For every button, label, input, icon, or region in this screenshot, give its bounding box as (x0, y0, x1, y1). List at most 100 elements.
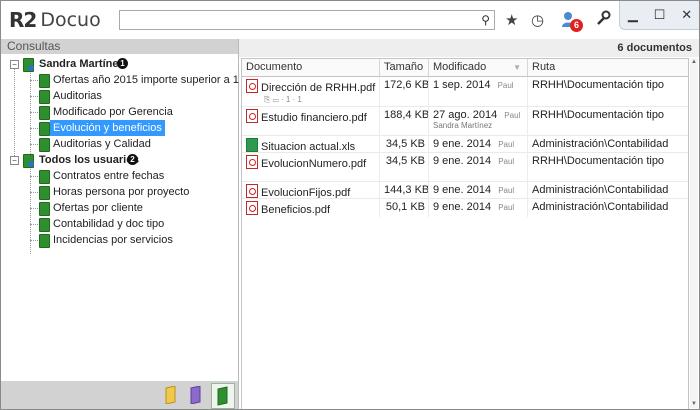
doc-user: Paul (504, 111, 521, 120)
doc-modified: 27 ago. 2014 Paul Sandra Martínez (429, 109, 528, 130)
tree-group-all-users[interactable]: − Todos los usuarios 2 (1, 152, 238, 168)
doc-size: 172,6 KB (384, 79, 430, 91)
tree-item[interactable]: Ofertas por cliente (1, 200, 238, 216)
vertical-scrollbar[interactable]: ▲ ▼ (690, 58, 698, 408)
pdf-icon (246, 155, 258, 169)
tree-item-label: Incidencias por servicios (53, 234, 173, 246)
query-icon (39, 138, 50, 152)
pdf-icon (246, 79, 258, 93)
search-icon[interactable]: ⚲ (481, 13, 490, 27)
purple-folder-icon[interactable] (188, 385, 204, 405)
tree-item[interactable]: Auditorias (1, 88, 238, 104)
documents-pane: 6 documentos Documento Tamaño Modificado… (239, 39, 699, 409)
doc-meta: ⎘ ▭ · 1 · 1 (246, 95, 380, 105)
table-header: Documento Tamaño Modificado ▼ Ruta (242, 59, 688, 77)
query-icon (39, 234, 50, 248)
app-window: R2 Docuo ⚲ ★ ◷ 6 ▁ ☐ ✕ Consultas − Sandr… (0, 0, 700, 410)
star-icon[interactable]: ★ (505, 11, 518, 29)
tree-item-label: Contratos entre fechas (53, 170, 165, 182)
column-header-modificado[interactable]: Modificado ▼ (429, 59, 528, 76)
doc-meta-counts: · 1 · 1 (280, 95, 302, 104)
column-header-documento[interactable]: Documento (242, 59, 380, 76)
title-bar: R2 Docuo ⚲ ★ ◷ 6 ▁ ☐ ✕ (1, 1, 699, 39)
tree-item-label: Modificado por Gerencia (53, 106, 173, 118)
query-icon (39, 202, 50, 216)
column-header-ruta[interactable]: Ruta (528, 59, 678, 76)
maximize-icon[interactable]: ☐ (654, 7, 666, 23)
tree-item[interactable]: Incidencias por servicios (1, 232, 238, 248)
queries-sidebar: Consultas − Sandra Martínez 1 Ofertas añ… (1, 39, 266, 409)
collapse-icon[interactable]: − (10, 156, 19, 165)
tree-item-label: Auditorias y Calidad (53, 138, 151, 150)
doc-name: Dirección de RRHH.pdf (261, 82, 376, 94)
query-icon (39, 170, 50, 184)
doc-user: Paul (498, 140, 515, 149)
table-row[interactable]: EvolucionFijos.pdf 144,3 KB 9 ene. 2014 … (242, 181, 688, 199)
doc-modified: 9 ene. 2014 Paul (429, 138, 528, 150)
tree-group-label: Todos los usuarios (39, 154, 140, 166)
window-controls: ▁ ☐ ✕ (619, 1, 699, 30)
tree-item-label: Evolución y beneficios (50, 120, 165, 136)
users-folder-icon (23, 154, 34, 168)
column-header-tamano[interactable]: Tamaño (380, 59, 429, 76)
notifications-badge: 6 (570, 19, 583, 32)
doc-date: 9 ene. 2014 (433, 184, 492, 196)
tree-item[interactable]: Ofertas año 2015 importe superior a 1000… (1, 72, 266, 88)
doc-name: Estudio financiero.pdf (261, 112, 367, 124)
doc-path: RRHH\Documentación tipo (532, 109, 665, 121)
group-marker: 2 (127, 154, 138, 165)
excel-icon (246, 138, 258, 152)
tree-item[interactable]: Contabilidad y doc tipo (1, 216, 238, 232)
doc-name: Beneficios.pdf (261, 204, 331, 216)
tree-item[interactable]: Modificado por Gerencia (1, 104, 238, 120)
scroll-up-icon[interactable]: ▲ (690, 58, 698, 66)
tree-item[interactable]: Contratos entre fechas (1, 168, 238, 184)
close-icon[interactable]: ✕ (681, 7, 692, 23)
scroll-down-icon[interactable]: ▼ (690, 400, 698, 408)
green-folder-icon[interactable] (211, 383, 235, 409)
table-row[interactable]: Beneficios.pdf 50,1 KB 9 ene. 2014 Paul … (242, 198, 688, 216)
tree-item[interactable]: Auditorias y Calidad (1, 136, 238, 152)
search-input[interactable] (120, 11, 478, 29)
doc-date: 9 ene. 2014 (433, 138, 492, 150)
query-icon (39, 218, 50, 232)
query-icon (39, 74, 50, 88)
doc-date: 9 ene. 2014 (433, 155, 492, 167)
clock-icon[interactable]: ◷ (531, 11, 544, 29)
search-box[interactable]: ⚲ (119, 10, 495, 30)
doc-path: Administración\Contabilidad (532, 138, 669, 150)
table-row[interactable]: EvolucionNumero.pdf 34,5 KB 9 ene. 2014 … (242, 152, 688, 181)
tree-item-label: Horas persona por proyecto (53, 186, 190, 198)
doc-path: RRHH\Documentación tipo (532, 155, 665, 167)
tree-item[interactable]: Horas persona por proyecto (1, 184, 238, 200)
minimize-icon[interactable]: ▁ (628, 7, 638, 23)
tree-item-label: Ofertas por cliente (53, 202, 143, 214)
tree-group-sandra[interactable]: − Sandra Martínez 1 (1, 56, 238, 72)
doc-modified: 9 ene. 2014 Paul (429, 201, 528, 213)
doc-user: Paul (498, 186, 515, 195)
logo-name: Docuo (40, 9, 101, 31)
documents-count: 6 documentos (239, 39, 699, 57)
attachment-icon: ⎘ (264, 95, 271, 104)
tree-item-label: Auditorias (53, 90, 102, 102)
queries-tree: − Sandra Martínez 1 Ofertas año 2015 imp… (1, 54, 266, 254)
documents-table: Documento Tamaño Modificado ▼ Ruta Direc… (241, 58, 689, 409)
collapse-icon[interactable]: − (10, 60, 19, 69)
table-row[interactable]: Estudio financiero.pdf 188,4 KB 27 ago. … (242, 106, 688, 135)
query-icon (39, 122, 50, 136)
yellow-folder-icon[interactable] (163, 385, 179, 405)
doc-path: Administración\Contabilidad (532, 201, 669, 213)
logo-r2: R2 (9, 8, 37, 32)
table-row[interactable]: Situacion actual.xls 34,5 KB 9 ene. 2014… (242, 135, 688, 153)
doc-size: 144,3 KB (384, 184, 430, 196)
query-icon (39, 106, 50, 120)
table-row[interactable]: Dirección de RRHH.pdf ⎘ ▭ · 1 · 1 172,6 … (242, 77, 688, 105)
doc-modified: 9 ene. 2014 Paul (429, 184, 528, 196)
wrench-icon[interactable] (595, 10, 611, 30)
tree-item-selected[interactable]: Evolución y beneficios (1, 120, 238, 136)
sort-desc-icon: ▼ (513, 63, 521, 72)
pdf-icon (246, 109, 258, 123)
user-folder-icon (23, 58, 34, 72)
tree-group-label: Sandra Martínez (39, 58, 124, 70)
query-icon (39, 90, 50, 104)
